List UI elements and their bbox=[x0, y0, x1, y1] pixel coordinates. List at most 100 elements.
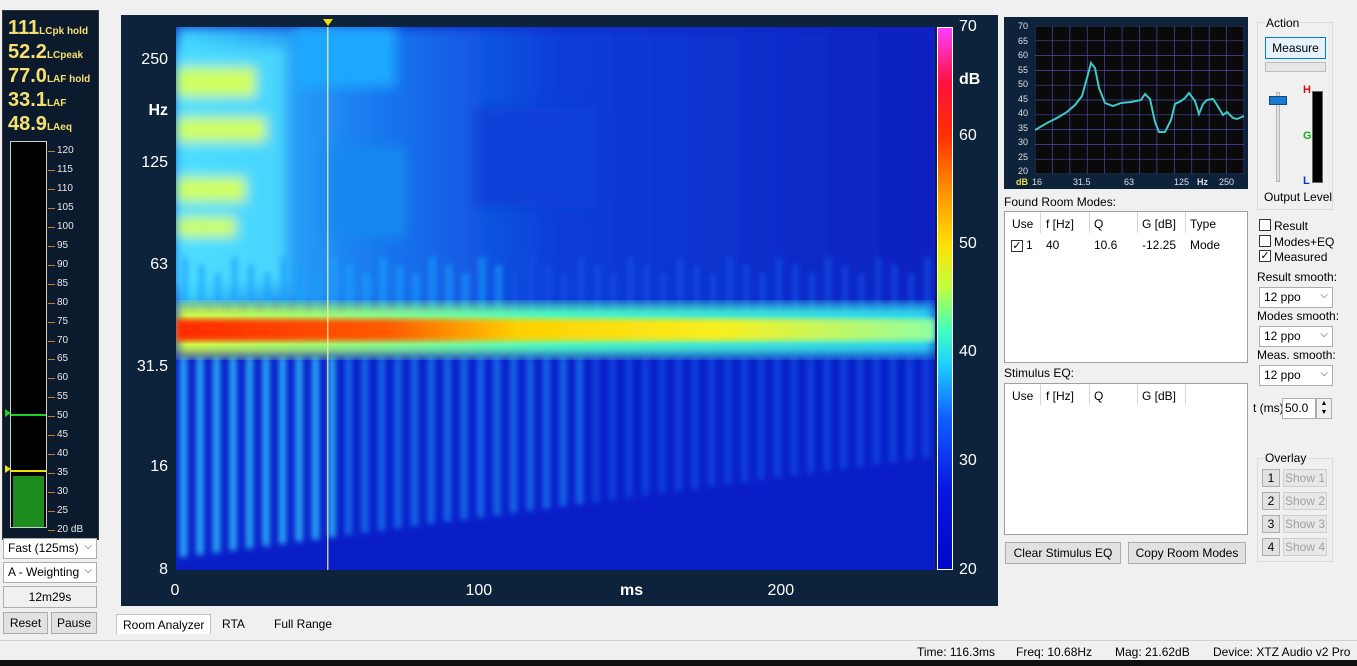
speed-select[interactable]: Fast (125ms) ⌵ bbox=[3, 538, 97, 559]
status-bar: Time: 116.3ms Freq: 10.68Hz Mag: 21.62dB… bbox=[0, 640, 1357, 660]
overlay-4-button[interactable]: 4 bbox=[1262, 538, 1280, 556]
overlay-show-2-button[interactable]: Show 2 bbox=[1283, 492, 1327, 510]
chevron-down-icon: ⌵ bbox=[84, 541, 92, 552]
col-header-freq: f [Hz] bbox=[1046, 217, 1075, 231]
db-scale-tick bbox=[48, 454, 55, 456]
overlay-3-button[interactable]: 3 bbox=[1262, 515, 1280, 533]
col-header-q: Q bbox=[1094, 217, 1104, 231]
readout-laf: 33.1LAF bbox=[8, 89, 67, 111]
meas-smooth-label: Meas. smooth: bbox=[1257, 348, 1336, 362]
color-scale-tick: dB bbox=[959, 71, 981, 88]
spectrogram-plot[interactable] bbox=[176, 27, 935, 570]
db-scale-tick bbox=[48, 492, 55, 494]
output-level-label: Output Level bbox=[1264, 190, 1333, 204]
chart-y-tick: 50 bbox=[1018, 79, 1029, 89]
db-scale-label: 70 bbox=[57, 334, 69, 346]
status-device: Device: XTZ Audio v2 Pro bbox=[1213, 645, 1351, 659]
result-smooth-select[interactable]: 12 ppo ⌵ bbox=[1259, 287, 1333, 308]
color-scale-tick: 30 bbox=[959, 452, 977, 469]
result-smooth-label: Result smooth: bbox=[1257, 270, 1338, 284]
cursor-arrow-icon[interactable] bbox=[322, 19, 333, 26]
status-mag: Mag: 21.62dB bbox=[1115, 645, 1190, 659]
meter-panel: 111LCpk hold 52.2LCpeak 77.0LAF hold 33.… bbox=[0, 8, 100, 634]
overlay-2-button[interactable]: 2 bbox=[1262, 492, 1280, 510]
db-scale-label: 50 bbox=[57, 410, 69, 422]
status-freq: Freq: 10.68Hz bbox=[1016, 645, 1093, 659]
db-scale-tick bbox=[48, 359, 55, 361]
db-scale-label: 95 bbox=[57, 239, 69, 251]
action-group-title: Action bbox=[1265, 16, 1301, 30]
measured-checkbox[interactable]: ✓ bbox=[1259, 250, 1271, 262]
color-scale-tick: 70 bbox=[959, 18, 977, 35]
t-ms-input[interactable]: 50.0 bbox=[1282, 398, 1316, 419]
db-scale-tick bbox=[48, 435, 55, 437]
col-header-use: Use bbox=[1012, 217, 1034, 231]
overlay-group-title: Overlay bbox=[1264, 451, 1308, 465]
tab-full-range[interactable]: Full Range bbox=[268, 614, 338, 634]
weighting-select[interactable]: A - Weighting ⌵ bbox=[3, 562, 97, 583]
spin-down-icon[interactable]: ▼ bbox=[1317, 408, 1331, 417]
chart-y-tick: 20 bbox=[1018, 166, 1029, 176]
pause-button[interactable]: Pause bbox=[51, 612, 97, 634]
level-yellow-marker bbox=[11, 470, 46, 473]
x-tick-label: 100 bbox=[465, 582, 493, 599]
chart-y-tick: 65 bbox=[1018, 35, 1029, 46]
db-scale-label: 25 bbox=[57, 505, 69, 517]
modes-smooth-select[interactable]: 12 ppo ⌵ bbox=[1259, 326, 1333, 347]
overlay-1-button[interactable]: 1 bbox=[1262, 469, 1280, 487]
color-scale-tick: 40 bbox=[959, 343, 977, 360]
t-ms-label: t (ms) bbox=[1253, 401, 1284, 415]
db-scale-tick bbox=[48, 264, 55, 266]
reset-button[interactable]: Reset bbox=[3, 612, 48, 634]
measure-button[interactable]: Measure bbox=[1265, 37, 1326, 59]
db-scale-label: 35 bbox=[57, 467, 69, 479]
db-scale-label: 40 bbox=[57, 448, 69, 460]
chart-y-tick: 70 bbox=[1018, 21, 1029, 31]
clear-stimulus-eq-button[interactable]: Clear Stimulus EQ bbox=[1005, 542, 1121, 564]
db-scale-tick bbox=[48, 530, 55, 531]
spin-up-icon[interactable]: ▲ bbox=[1317, 399, 1331, 408]
overlay-show-3-button[interactable]: Show 3 bbox=[1283, 515, 1327, 533]
copy-room-modes-button[interactable]: Copy Room Modes bbox=[1128, 542, 1246, 564]
x-tick-label: 0 bbox=[170, 582, 180, 599]
measure-progress bbox=[1265, 62, 1326, 72]
tab-rta[interactable]: RTA bbox=[216, 614, 251, 634]
db-scale-label: 75 bbox=[57, 315, 69, 327]
readout-laf-hold: 77.0LAF hold bbox=[8, 65, 91, 87]
t-ms-spinner[interactable]: ▲ ▼ bbox=[1316, 398, 1332, 419]
db-scale-label: 100 bbox=[57, 220, 74, 232]
db-scale-label: 105 bbox=[57, 201, 74, 213]
db-scale-label: 55 bbox=[57, 391, 69, 403]
modes-eq-checkbox[interactable] bbox=[1259, 235, 1271, 247]
db-scale-label: 30 bbox=[57, 486, 69, 498]
chart-x-tick: 31.5 bbox=[1073, 177, 1091, 187]
output-slider-thumb[interactable] bbox=[1269, 96, 1287, 105]
chart-y-tick: 45 bbox=[1018, 93, 1029, 104]
db-scale-tick bbox=[48, 283, 55, 285]
level-bar-fill bbox=[13, 475, 44, 527]
db-scale-label: 20 dB bbox=[57, 524, 84, 535]
readout-lcpk-hold: 111LCpk hold bbox=[8, 17, 89, 39]
color-scale-bar bbox=[937, 27, 953, 570]
readout-lcpeak: 52.2LCpeak bbox=[8, 41, 84, 63]
y-tick-label: 125 bbox=[141, 154, 168, 171]
room-mode-band bbox=[176, 319, 935, 341]
room-modes-table: Use f [Hz] Q G [dB] Type ✓ 1 40 10.6 -12… bbox=[1004, 211, 1248, 363]
db-scale-label: 65 bbox=[57, 353, 69, 365]
color-scale-tick: 20 bbox=[959, 561, 977, 578]
meas-smooth-select[interactable]: 12 ppo ⌵ bbox=[1259, 365, 1333, 386]
db-scale-label: 120 bbox=[57, 145, 74, 156]
output-slider-track[interactable] bbox=[1276, 92, 1280, 182]
db-scale-tick bbox=[48, 397, 55, 399]
stimulus-eq-table: Use f [Hz] Q G [dB] bbox=[1004, 383, 1248, 535]
chevron-down-icon: ⌵ bbox=[1320, 290, 1328, 301]
chevron-down-icon: ⌵ bbox=[1320, 329, 1328, 340]
stimulus-eq-title: Stimulus EQ: bbox=[1004, 366, 1075, 380]
db-scale-tick bbox=[48, 473, 55, 475]
room-mode-use-checkbox[interactable]: ✓ bbox=[1011, 240, 1023, 252]
tab-room-analyzer[interactable]: Room Analyzer bbox=[116, 614, 212, 634]
db-scale-tick bbox=[48, 226, 55, 228]
overlay-show-4-button[interactable]: Show 4 bbox=[1283, 538, 1327, 556]
overlay-show-1-button[interactable]: Show 1 bbox=[1283, 469, 1327, 487]
result-checkbox[interactable] bbox=[1259, 219, 1271, 231]
